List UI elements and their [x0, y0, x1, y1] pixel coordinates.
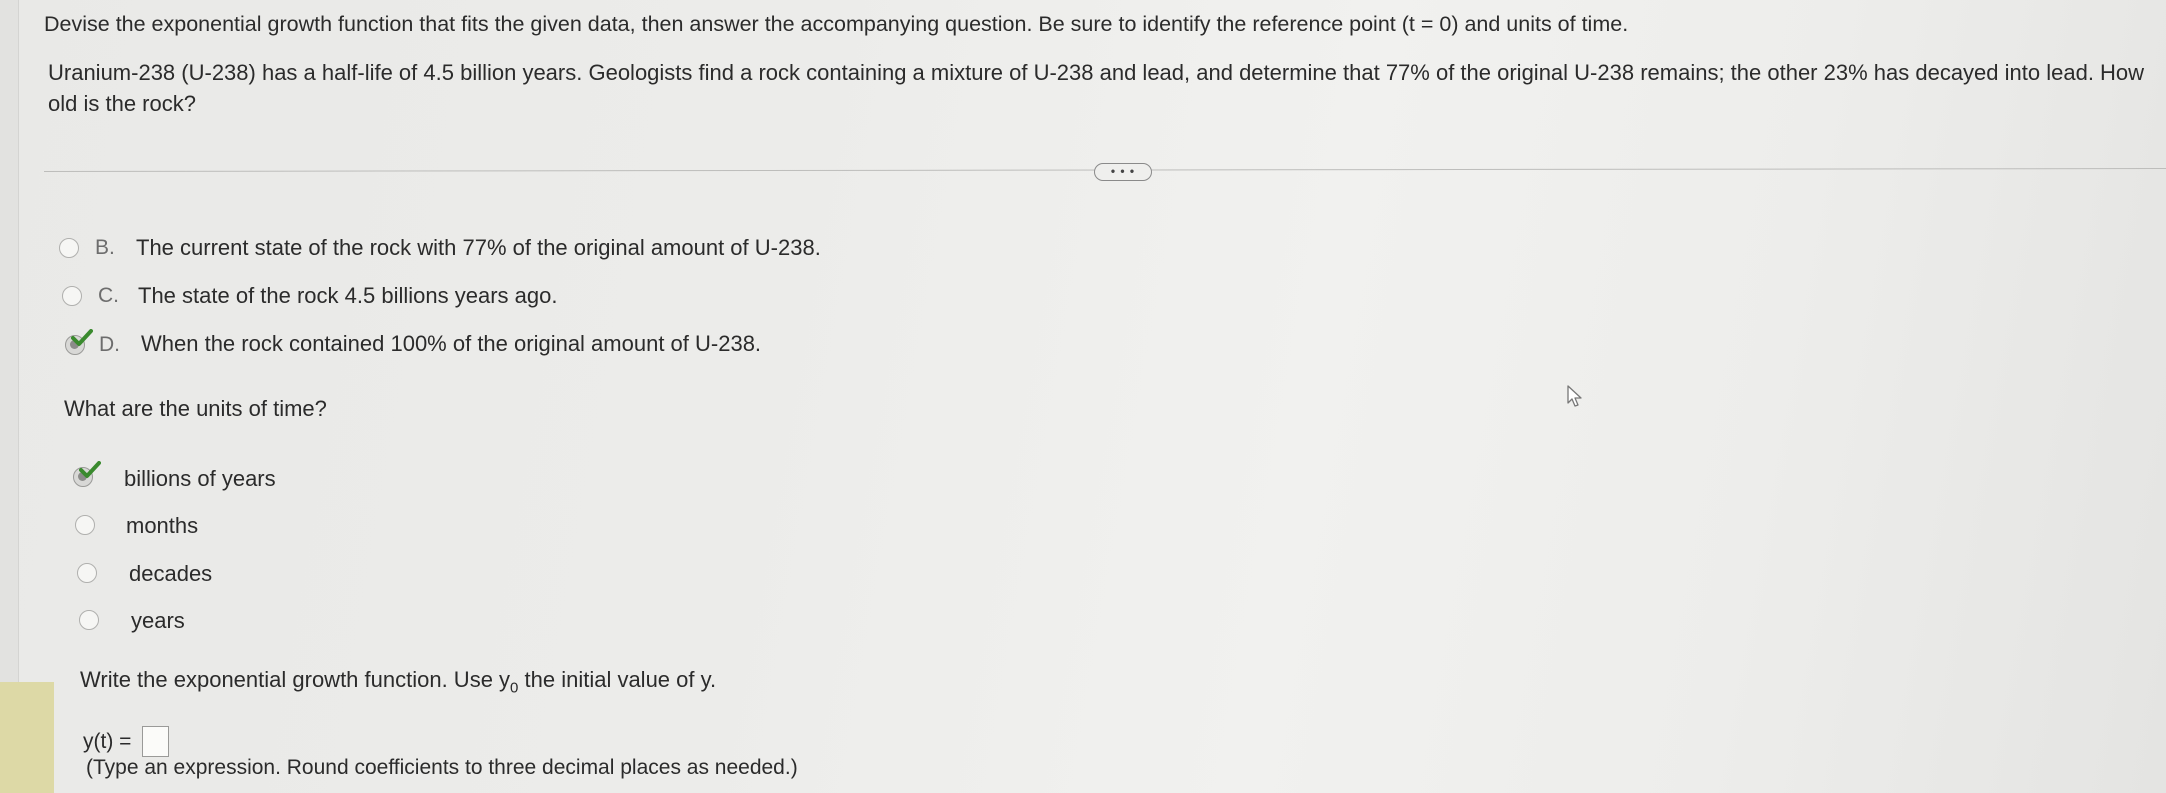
option-letter: C. — [98, 284, 119, 307]
function-prompt: Write the exponential growth function. U… — [80, 667, 716, 696]
units-question: What are the units of time? — [64, 396, 327, 421]
instructions-text: Devise the exponential growth function t… — [44, 12, 1629, 36]
answer-label: y(t) = — [83, 730, 132, 753]
mouse-pointer-icon — [1567, 385, 1582, 407]
unit-label: billions of years — [124, 466, 276, 491]
unit-label: decades — [129, 561, 213, 586]
radio-c[interactable] — [62, 286, 82, 306]
show-more-button[interactable]: • • • — [1094, 163, 1152, 181]
function-prompt-before: Write the exponential growth function. U… — [80, 667, 511, 692]
radio-b[interactable] — [59, 238, 79, 258]
problem-text: Uranium-238 (U-238) has a half-life of 4… — [48, 60, 2145, 116]
option-letter: B. — [95, 236, 115, 259]
check-icon — [71, 329, 93, 346]
unit-label: years — [131, 608, 185, 633]
radio-decades[interactable] — [77, 563, 97, 583]
left-margin-strip — [0, 0, 19, 793]
option-label: When the rock contained 100% of the orig… — [141, 331, 762, 356]
option-letter: D. — [99, 333, 120, 356]
check-icon — [79, 461, 101, 478]
option-label: The state of the rock 4.5 billions years… — [138, 283, 558, 308]
answer-hint: (Type an expression. Round coefficients … — [86, 756, 798, 779]
function-prompt-after: the initial value of y. — [518, 667, 717, 692]
option-label: The current state of the rock with 77% o… — [136, 235, 821, 260]
unit-label: months — [126, 513, 199, 538]
yellow-margin-tab — [0, 682, 54, 793]
answer-input[interactable] — [142, 726, 169, 757]
radio-years[interactable] — [79, 610, 99, 630]
radio-months[interactable] — [75, 515, 95, 535]
